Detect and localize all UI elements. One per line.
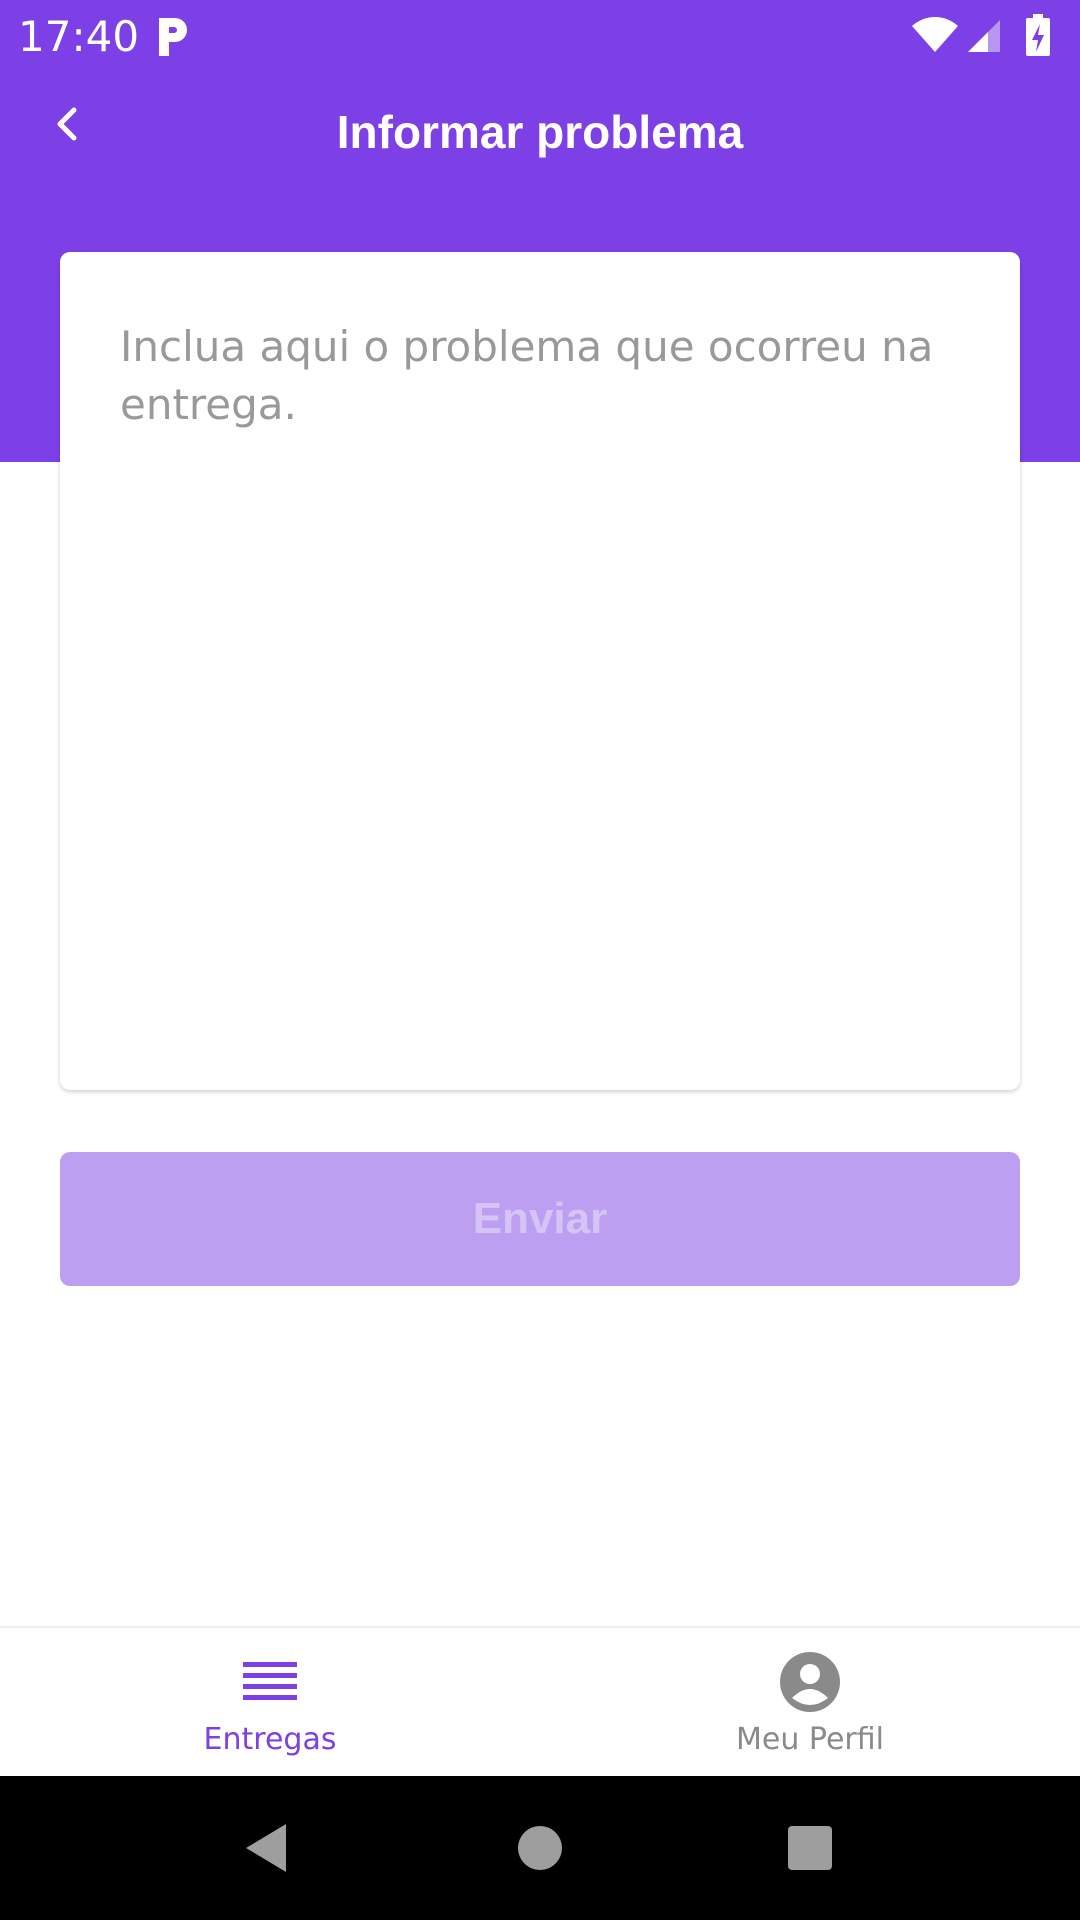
list-icon [243,1662,297,1700]
status-bar: 17:40 [0,0,1080,74]
nav-item-entregas[interactable]: Entregas [0,1628,540,1778]
send-button[interactable]: Enviar [60,1152,1020,1286]
app-bar: Informar problema [0,74,1080,194]
page-title: Informar problema [336,106,744,158]
system-navigation-bar [0,1776,1080,1920]
back-triangle-icon[interactable] [240,1820,296,1876]
status-time: 17:40 [18,12,140,61]
signal-icon [968,20,1000,52]
wifi-icon [912,17,958,52]
battery-charging-icon [1026,14,1050,56]
recents-square-icon[interactable] [782,1820,838,1876]
problem-card [60,252,1020,1090]
problem-description-input[interactable] [120,318,970,1058]
nav-label-entregas: Entregas [203,1722,337,1757]
app-p-icon [159,18,187,56]
nav-item-meu-perfil[interactable]: Meu Perfil [540,1628,1080,1778]
home-circle-icon[interactable] [512,1820,568,1876]
bottom-navigation: Entregas Meu Perfil [0,1626,1080,1778]
nav-label-meu-perfil: Meu Perfil [736,1722,884,1757]
account-circle-icon [780,1652,840,1712]
